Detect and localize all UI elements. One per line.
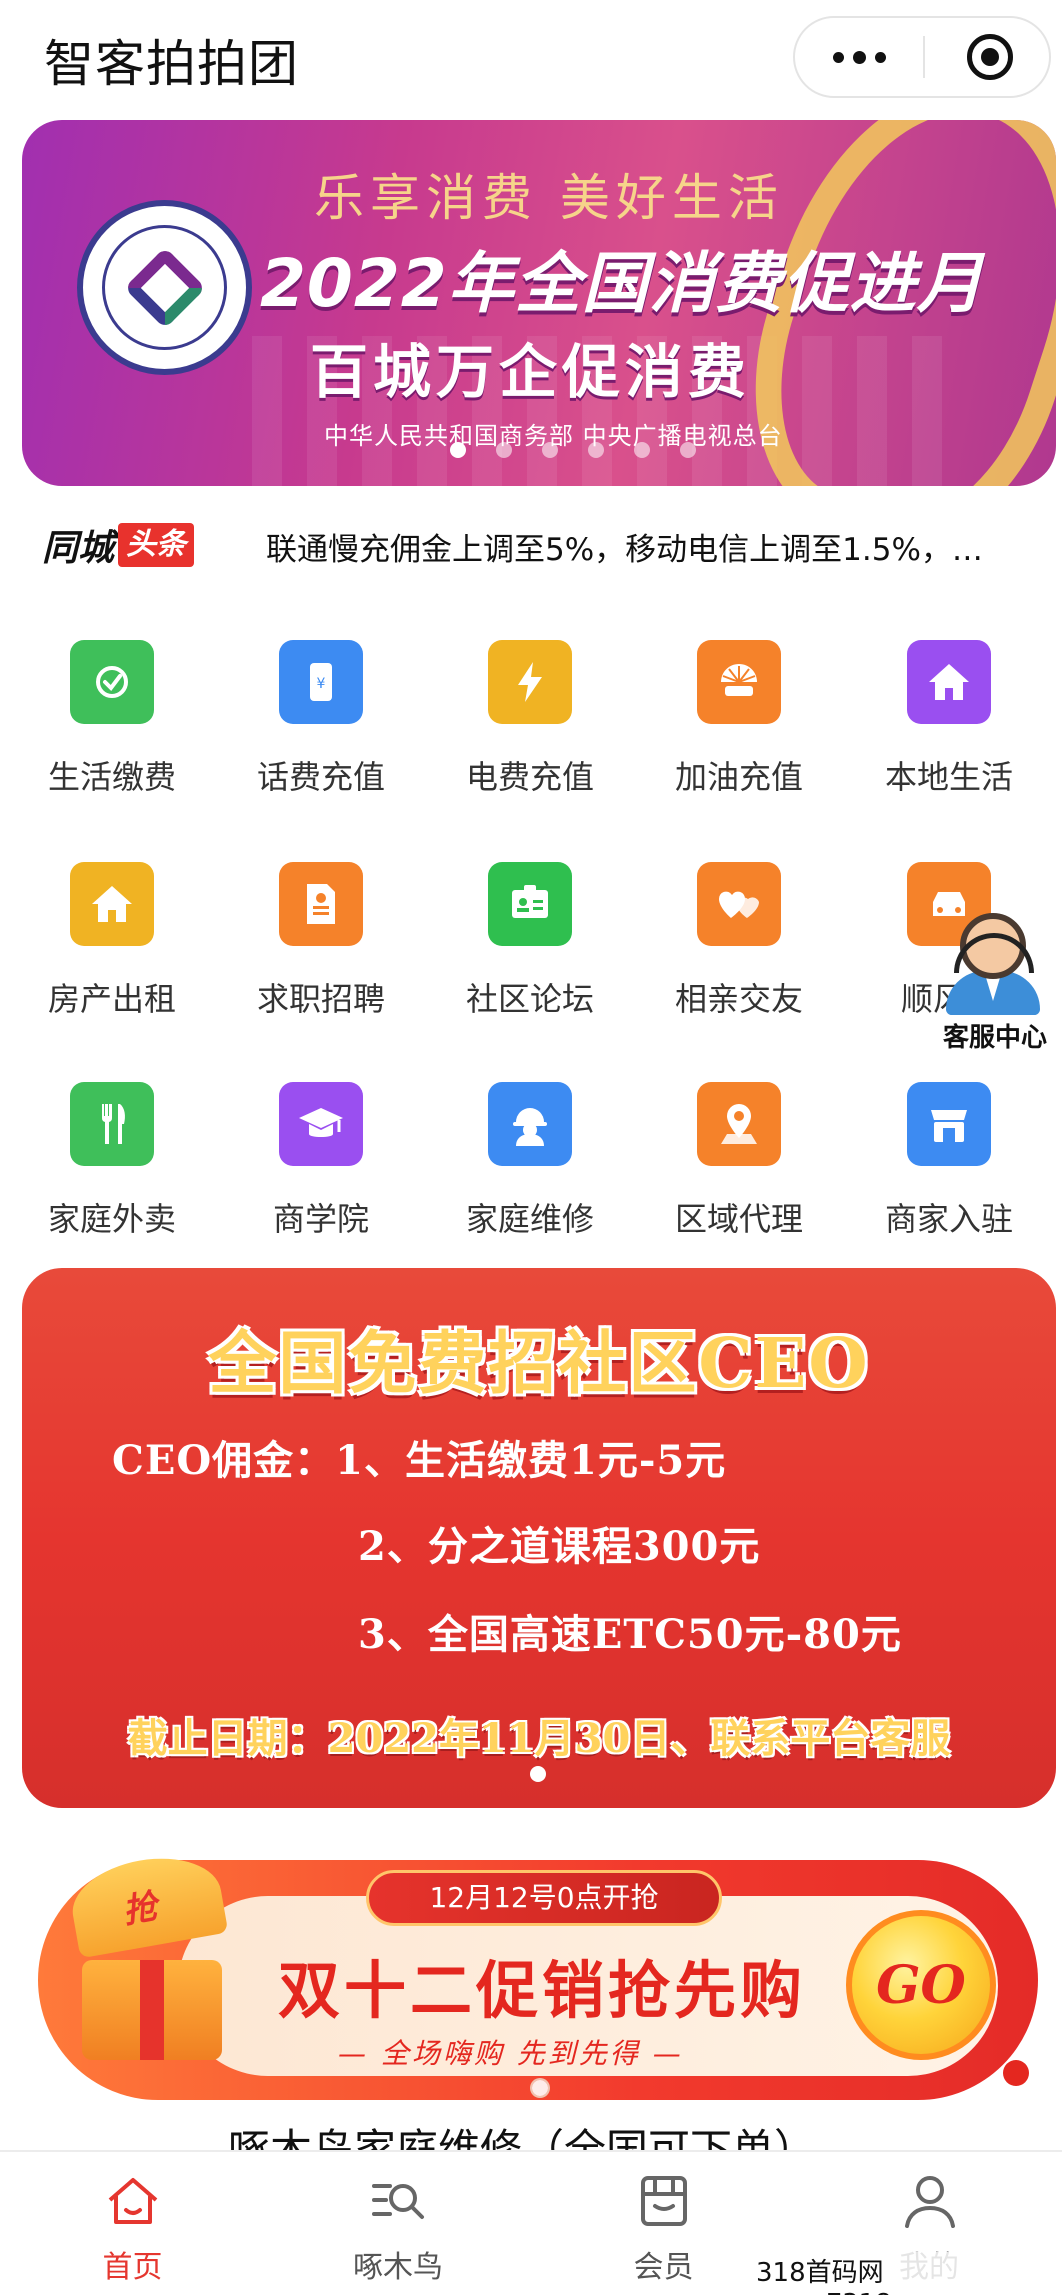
home-icon xyxy=(104,2172,162,2230)
service-label: 区域代理 xyxy=(674,1200,803,1238)
banner-slogan: 乐享消费 美好生活 xyxy=(314,169,784,227)
service-label: 加油充值 xyxy=(674,758,803,796)
carousel-dot[interactable] xyxy=(634,442,650,458)
carousel-dot[interactable] xyxy=(542,442,558,458)
ceo-deadline: 截止日期：2022年11月30日、联系平台客服 xyxy=(127,1715,951,1762)
id-card-icon xyxy=(488,862,572,946)
service-label: 家庭外卖 xyxy=(47,1200,176,1238)
capsule-divider xyxy=(923,36,925,78)
shop-icon xyxy=(907,1082,991,1166)
service-label: 本地生活 xyxy=(884,758,1013,796)
ceo-commission-line-1: CEO佣金：1、生活缴费1元-5元 xyxy=(112,1437,727,1484)
go-label: GO xyxy=(876,1954,966,2016)
ceo-commission-line-2: 2、分之道课程300元 xyxy=(358,1523,761,1570)
ceo-commission-line-3: 3、全国高速ETC50元-80元 xyxy=(358,1611,902,1658)
section-title-woodpecker-repair: 啄木鸟家庭维修（全国可下单） xyxy=(228,2125,817,2150)
gift-box-icon: 抢 xyxy=(62,1847,232,2070)
carousel-indicator xyxy=(532,2080,548,2096)
news-text[interactable]: 联通慢充佣金上调至5%，移动电信上调至1.5%，… xyxy=(266,524,1026,569)
mini-program-capsule xyxy=(793,16,1051,98)
house-icon xyxy=(907,640,991,724)
service-item[interactable]: 社区论坛 xyxy=(424,862,636,1022)
graduation-cap-icon xyxy=(279,1082,363,1166)
banner-subtitle: 百城万企促消费 xyxy=(310,338,752,406)
service-label: 房产出租 xyxy=(47,980,176,1018)
carousel-dot[interactable] xyxy=(532,2080,548,2096)
site-watermark: 318首码网 www.E318.com xyxy=(750,2252,1062,2295)
service-label: 求职招聘 xyxy=(256,980,385,1018)
promo-title: 双十二促销抢先购 xyxy=(278,1954,807,2027)
service-item[interactable]: 相亲交友 xyxy=(633,862,845,1022)
leaf-drop-icon xyxy=(70,640,154,724)
map-pin-icon xyxy=(697,1082,781,1166)
decorative-red-dot xyxy=(1003,2060,1029,2086)
consumption-month-logo xyxy=(77,200,252,375)
navigation-bar: 智客拍拍团 xyxy=(0,0,1062,112)
service-item[interactable]: ¥ 话费充值 xyxy=(215,640,427,800)
headline-logo: 同城 头条 xyxy=(42,522,195,569)
fork-knife-icon xyxy=(70,1082,154,1166)
more-menu-icon[interactable] xyxy=(795,18,923,96)
service-item[interactable]: 家庭维修 xyxy=(424,1082,636,1242)
search-list-icon xyxy=(370,2172,428,2230)
service-item[interactable]: 商学院 xyxy=(215,1082,427,1242)
house-icon xyxy=(70,862,154,946)
fuel-icon xyxy=(697,640,781,724)
ceo-banner-title: 全国免费招社区CEO xyxy=(208,1324,870,1404)
store-icon xyxy=(635,2172,693,2230)
go-button[interactable]: GO xyxy=(846,1910,996,2060)
worker-helmet-icon xyxy=(488,1082,572,1166)
service-label: 电费充值 xyxy=(465,758,594,796)
service-label: 商家入驻 xyxy=(884,1200,1013,1238)
carousel-indicator xyxy=(530,1766,546,1782)
carousel-dot[interactable] xyxy=(496,442,512,458)
carousel-dot[interactable] xyxy=(680,442,696,458)
service-label: 相亲交友 xyxy=(674,980,803,1018)
resume-icon xyxy=(279,862,363,946)
hearts-icon xyxy=(697,862,781,946)
customer-service-label: 客服中心 xyxy=(930,1017,1060,1054)
news-ticker[interactable]: 同城 头条 联通慢充佣金上调至5%，移动电信上调至1.5%，… xyxy=(0,510,1062,580)
carousel-indicator xyxy=(450,442,696,458)
carousel-dot[interactable] xyxy=(588,442,604,458)
banner-title: 2022年全国消费促进月 xyxy=(260,245,984,322)
carousel-dot[interactable] xyxy=(530,1766,546,1782)
user-icon xyxy=(901,2172,959,2230)
service-label: 家庭维修 xyxy=(465,1200,594,1238)
service-item[interactable]: 电费充值 xyxy=(424,640,636,800)
service-item[interactable]: 家庭外卖 xyxy=(6,1082,218,1242)
tab-label: 啄木鸟 xyxy=(353,2250,443,2285)
service-item[interactable]: 生活缴费 xyxy=(6,640,218,800)
tab-home[interactable]: 首页 xyxy=(0,2152,265,2295)
close-miniprogram-icon[interactable] xyxy=(967,34,1013,80)
service-label: 生活缴费 xyxy=(47,758,176,796)
headline-logo-tag: 头条 xyxy=(118,523,195,567)
promo-subtitle: — 全场嗨购 先到先得 — xyxy=(338,2037,684,2070)
service-item[interactable]: 商家入驻 xyxy=(843,1082,1055,1242)
carousel-dot[interactable] xyxy=(450,442,466,458)
lightning-icon xyxy=(488,640,572,724)
svg-text:¥: ¥ xyxy=(317,676,326,692)
gift-char: 抢 xyxy=(119,1886,161,1932)
headline-logo-main: 同城 xyxy=(42,528,115,569)
double-twelve-promo-banner[interactable]: 12月12号0点开抢 抢 双十二促销抢先购 — 全场嗨购 先到先得 — GO xyxy=(38,1840,1038,2105)
ceo-recruit-banner[interactable]: 全国免费招社区CEO CEO佣金：1、生活缴费1元-5元 2、分之道课程300元… xyxy=(22,1268,1056,1808)
service-item[interactable]: 本地生活 xyxy=(843,640,1055,800)
service-item[interactable]: 房产出租 xyxy=(6,862,218,1022)
service-label: 商学院 xyxy=(272,1200,369,1238)
tab-search-list[interactable]: 啄木鸟 xyxy=(266,2152,531,2295)
service-item[interactable]: 求职招聘 xyxy=(215,862,427,1022)
top-banner-carousel[interactable]: 乐享消费 美好生活 2022年全国消费促进月 百城万企促消费 中华人民共和国商务… xyxy=(22,120,1056,486)
promo-start-tag: 12月12号0点开抢 xyxy=(366,1870,722,1926)
service-label: 话费充值 xyxy=(256,758,385,796)
service-item[interactable]: 加油充值 xyxy=(633,640,845,800)
tab-label: 首页 xyxy=(102,2250,163,2285)
app-title: 智客拍拍团 xyxy=(44,35,299,93)
phone-yen-icon: ¥ xyxy=(279,640,363,724)
service-label: 社区论坛 xyxy=(465,980,594,1018)
service-item[interactable]: 区域代理 xyxy=(633,1082,845,1242)
customer-service-button[interactable]: 客服中心 xyxy=(930,905,1060,1055)
